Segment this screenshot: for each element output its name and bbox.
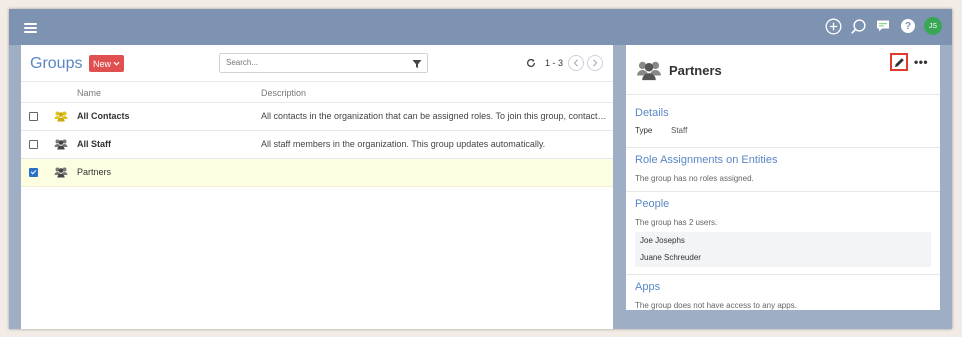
column-header-name[interactable]: Name bbox=[77, 88, 101, 98]
roles-text: The group has no roles assigned. bbox=[635, 174, 754, 183]
chat-icon[interactable] bbox=[874, 17, 892, 35]
row-checkbox[interactable] bbox=[29, 112, 38, 121]
row-checkbox[interactable] bbox=[29, 168, 38, 177]
divider bbox=[626, 274, 940, 275]
section-title-role-assignments[interactable]: Role Assignments on Entities bbox=[635, 154, 777, 166]
pagination-label: 1 - 3 bbox=[545, 58, 564, 68]
refresh-icon[interactable] bbox=[526, 58, 536, 68]
previous-page-button[interactable] bbox=[568, 55, 584, 71]
group-icon bbox=[54, 139, 68, 150]
user-item[interactable]: Joe Josephs bbox=[640, 236, 685, 245]
divider bbox=[626, 191, 940, 192]
group-name[interactable]: Partners bbox=[77, 167, 111, 177]
users-list: Joe Josephs Juane Schreuder bbox=[635, 232, 931, 267]
table-row[interactable]: All Contacts All contacts in the organiz… bbox=[21, 103, 613, 130]
chevron-left-icon bbox=[573, 59, 578, 67]
row-checkbox[interactable] bbox=[29, 140, 38, 149]
divider bbox=[626, 94, 940, 95]
user-item[interactable]: Juane Schreuder bbox=[640, 253, 701, 262]
help-icon[interactable]: ? bbox=[899, 17, 917, 35]
add-icon[interactable] bbox=[824, 17, 842, 35]
top-bar-actions: ? JS bbox=[824, 17, 942, 35]
group-description: All contacts in the organization that ca… bbox=[261, 111, 610, 121]
edit-button[interactable] bbox=[890, 53, 908, 71]
chevron-down-icon bbox=[113, 61, 120, 66]
section-title-apps[interactable]: Apps bbox=[635, 281, 660, 293]
next-page-button[interactable] bbox=[587, 55, 603, 71]
group-name[interactable]: All Contacts bbox=[77, 111, 130, 121]
more-options-icon[interactable]: ••• bbox=[914, 55, 928, 69]
section-title-details[interactable]: Details bbox=[635, 107, 669, 119]
group-icon bbox=[637, 61, 661, 81]
table-row[interactable]: All Staff All staff members in the organ… bbox=[21, 131, 613, 158]
new-button[interactable]: New bbox=[89, 55, 124, 72]
avatar[interactable]: JS bbox=[924, 17, 942, 35]
new-button-label: New bbox=[92, 58, 111, 69]
group-icon bbox=[54, 167, 68, 178]
type-value: Staff bbox=[671, 126, 688, 135]
group-icon bbox=[54, 111, 68, 122]
search-box bbox=[219, 53, 428, 73]
divider bbox=[626, 147, 940, 148]
pencil-icon bbox=[894, 57, 904, 67]
column-header-description[interactable]: Description bbox=[261, 88, 306, 98]
group-details-panel: Partners ••• Details Type Staff Role Ass… bbox=[626, 45, 940, 310]
group-name[interactable]: All Staff bbox=[77, 139, 111, 149]
divider bbox=[21, 186, 613, 187]
page-title: Groups bbox=[30, 55, 83, 72]
divider bbox=[21, 81, 613, 82]
table-row-selected[interactable]: Partners bbox=[21, 159, 613, 186]
apps-text: The group does not have access to any ap… bbox=[635, 301, 797, 310]
search-icon[interactable] bbox=[849, 17, 867, 35]
details-title: Partners bbox=[669, 63, 722, 78]
section-title-people[interactable]: People bbox=[635, 198, 669, 210]
help-glyph: ? bbox=[901, 19, 915, 33]
people-text: The group has 2 users. bbox=[635, 218, 718, 227]
chevron-right-icon bbox=[593, 59, 598, 67]
type-label: Type bbox=[635, 126, 653, 135]
filter-icon[interactable] bbox=[412, 59, 422, 69]
top-bar: ? JS bbox=[9, 9, 952, 45]
menu-icon[interactable] bbox=[24, 23, 37, 33]
app-window: ? JS Groups New 1 - 3 Name Description bbox=[9, 9, 952, 329]
group-description: All staff members in the organization. T… bbox=[261, 139, 546, 149]
search-input[interactable] bbox=[226, 58, 396, 67]
groups-list-panel: Groups New 1 - 3 Name Description All Co… bbox=[21, 45, 613, 329]
